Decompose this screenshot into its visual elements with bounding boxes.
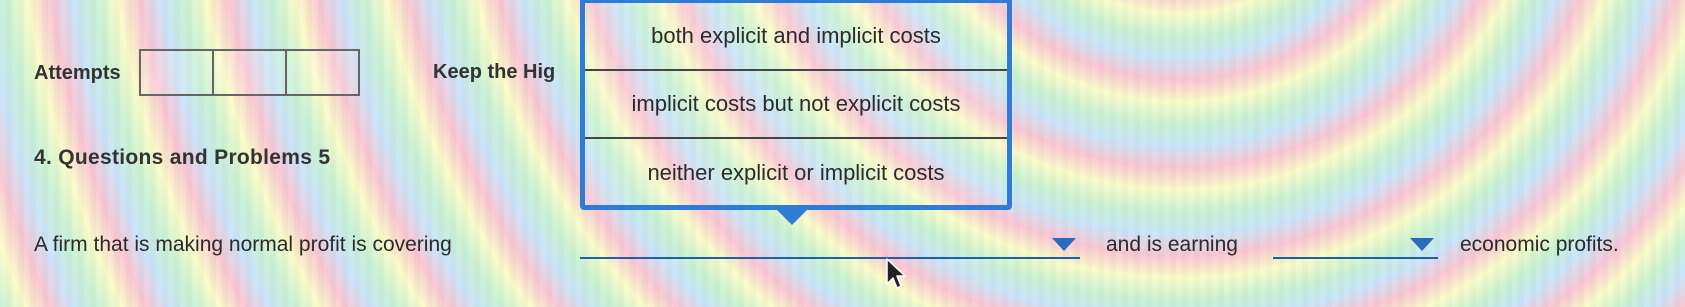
attempts-label: Attempts [34, 62, 121, 84]
attempt-box [212, 49, 287, 96]
question-text-part2: and is earning [1106, 233, 1238, 256]
profit-select[interactable] [1273, 233, 1438, 259]
dropdown-pointer [776, 209, 808, 225]
cost-select[interactable] [580, 233, 1080, 259]
mouse-pointer-icon [886, 258, 906, 289]
cost-dropdown-menu: both explicit and implicit costs implici… [580, 0, 1012, 210]
chevron-down-icon[interactable] [1410, 238, 1434, 251]
dropdown-option[interactable]: both explicit and implicit costs [585, 3, 1007, 71]
keep-highest-label: Keep the Hig [433, 61, 556, 83]
attempt-boxes [139, 49, 360, 96]
question-text-part1: A firm that is making normal profit is c… [34, 233, 452, 256]
attempt-box [285, 49, 360, 96]
dropdown-option[interactable]: implicit costs but not explicit costs [585, 71, 1007, 139]
question-title: 4. Questions and Problems 5 [34, 146, 331, 169]
chevron-down-icon[interactable] [1052, 238, 1076, 251]
dropdown-option[interactable]: neither explicit or implicit costs [585, 139, 1007, 207]
question-text-part3: economic profits. [1460, 233, 1619, 256]
attempt-box [139, 49, 214, 96]
